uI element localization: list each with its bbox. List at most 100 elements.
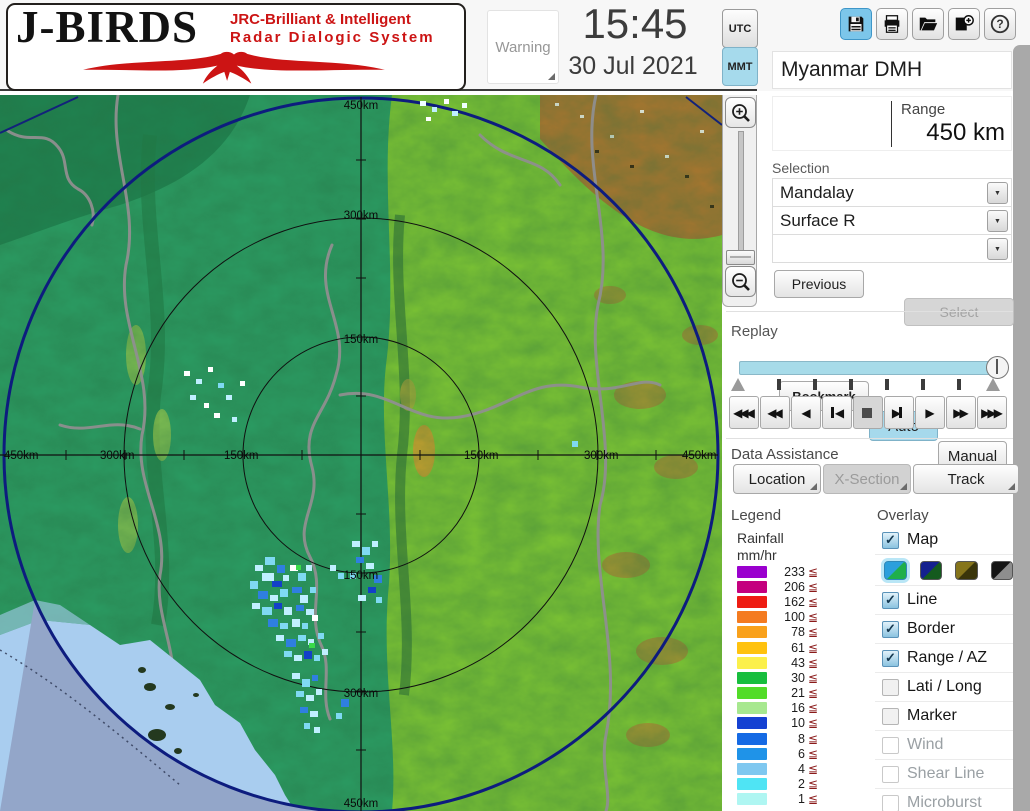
selection-dropdown-1[interactable]: Surface R ▼ (772, 207, 1012, 235)
map-style-swatch[interactable] (955, 560, 978, 580)
legend-suffix: ≦ (808, 731, 819, 746)
checkbox-microburst (882, 794, 899, 811)
step-back-button[interactable]: ◀ (822, 396, 852, 429)
legend-panel: Rainfall mm/hr 233 ≦ 206 ≦ 162 ≦ 100 ≦ 78 ≦ 61 ≦ 43 ≦… (728, 526, 860, 811)
legend-row: 4 ≦ (737, 761, 860, 776)
range-box: Range 450 km (772, 96, 1012, 151)
selection-dropdown-2[interactable]: ▼ (772, 235, 1012, 263)
legend-color-swatch (737, 763, 767, 776)
map-style-swatch[interactable] (990, 560, 1013, 580)
svg-text:150km: 150km (344, 334, 379, 346)
chevron-down-icon[interactable]: ▼ (987, 238, 1008, 260)
clock-time: 15:45 (582, 0, 688, 47)
legend-value: 162 (784, 594, 805, 609)
svg-text:450km: 450km (682, 450, 717, 462)
legend-value: 30 (791, 670, 805, 685)
da-x-section-button[interactable]: X-Section (823, 464, 911, 494)
previous-button[interactable]: Previous (774, 270, 864, 298)
help-icon: ? (989, 13, 1011, 35)
legend-value: 4 (798, 762, 805, 777)
overlay-row-range-az: ✓ Range / AZ (875, 644, 1013, 673)
divider (726, 438, 1013, 439)
overlay-row-map: ✓ Map (875, 526, 1013, 555)
open-folder-button[interactable] (912, 8, 944, 40)
svg-text:150km: 150km (344, 570, 379, 582)
map-style-swatch[interactable] (884, 560, 907, 580)
step-fwd-button[interactable]: ▶ (884, 396, 914, 429)
timeline-tick (885, 379, 889, 390)
divider (726, 311, 1013, 312)
legend-color-swatch (737, 595, 767, 608)
fwd2-button[interactable]: ▶▶ (946, 396, 976, 429)
selection-label: Selection (772, 160, 830, 176)
timeline-end-marker (986, 378, 1000, 391)
radar-map[interactable]: 450km 300km 150km 150km 300km 450km 450k… (0, 95, 722, 811)
map-style-swatch[interactable] (919, 560, 942, 580)
timeline-start-marker (731, 378, 745, 391)
logo-subtitle-1: JRC-Brilliant & Intelligent (230, 11, 411, 28)
fwd3-button[interactable]: ▶▶▶ (977, 396, 1007, 429)
legend-suffix: ≦ (808, 701, 819, 716)
checkbox-line[interactable]: ✓ (882, 591, 899, 609)
station-name: Myanmar DMH (772, 51, 1012, 89)
legend-value: 10 (791, 716, 805, 731)
legend-color-swatch (737, 778, 767, 791)
rew2-button[interactable]: ◀◀ (760, 396, 790, 429)
overlay-row-shear-line: Shear Line (875, 760, 1013, 789)
stop-button[interactable] (853, 396, 883, 429)
range-label: Range (901, 101, 946, 118)
dropdown-value: Surface R (780, 210, 856, 230)
overlay-row-lati-long: Lati / Long (875, 673, 1013, 702)
legend-color-swatch (737, 793, 767, 806)
legend-value: 100 (784, 610, 805, 625)
legend-value: 6 (798, 746, 805, 761)
rew1-button[interactable]: ◀ (791, 396, 821, 429)
timeline-slider-track[interactable] (739, 361, 1003, 375)
legend-row: 10 ≦ (737, 716, 860, 731)
legend-value: 43 (791, 655, 805, 670)
svg-text:300km: 300km (100, 450, 135, 462)
chevron-down-icon[interactable]: ▼ (987, 182, 1008, 204)
selection-dropdown-0[interactable]: Mandalay ▼ (772, 178, 1012, 207)
zoom-out-button[interactable] (725, 266, 756, 297)
selection-dropdowns: Mandalay ▼ Surface R ▼ ▼ (772, 178, 1012, 263)
rew3-button[interactable]: ◀◀◀ (729, 396, 759, 429)
map-style-swatches (875, 555, 1013, 586)
overlay-item-label: Microburst (907, 794, 982, 811)
chevron-down-icon[interactable]: ▼ (987, 210, 1008, 232)
svg-text:150km: 150km (464, 450, 499, 462)
checkbox-lati-long[interactable] (882, 678, 899, 696)
zoom-slider-handle[interactable] (726, 250, 755, 265)
utc-button[interactable]: UTC (722, 9, 758, 48)
print-button[interactable] (876, 8, 908, 40)
overlay-item-label: Marker (907, 707, 957, 724)
zoom-slider-track[interactable] (738, 131, 744, 257)
help-button[interactable]: ? (984, 8, 1016, 40)
svg-text:450km: 450km (344, 798, 379, 810)
legend-suffix: ≦ (808, 625, 819, 640)
add-image-button[interactable] (948, 8, 980, 40)
legend-color-swatch (737, 717, 767, 730)
checkbox-marker[interactable] (882, 707, 899, 725)
play-button[interactable]: ▶ (915, 396, 945, 429)
timeline-tick (777, 379, 781, 390)
checkbox-border[interactable]: ✓ (882, 620, 899, 638)
legend-value: 233 (784, 564, 805, 579)
jbirds-logo: J-BIRDS JRC-Brilliant & Intelligent Rada… (6, 3, 466, 91)
warning-label: Warning (495, 38, 551, 56)
zoom-in-button[interactable] (725, 97, 756, 128)
timeline-slider-handle[interactable] (986, 356, 1009, 379)
checkbox-range-az[interactable]: ✓ (882, 649, 899, 667)
legend-suffix: ≦ (808, 594, 819, 609)
magnifier-plus-icon (731, 103, 750, 122)
select-button[interactable]: Select (904, 298, 1014, 326)
mmt-button[interactable]: MMT (722, 47, 758, 86)
checkbox-map[interactable]: ✓ (882, 531, 899, 549)
da-track-button[interactable]: Track (913, 464, 1019, 494)
save-button[interactable] (840, 8, 872, 40)
legend-row: 206 ≦ (737, 579, 860, 594)
overlay-item-label: Shear Line (907, 765, 985, 782)
legend-color-swatch (737, 641, 767, 654)
da-location-button[interactable]: Location (733, 464, 821, 494)
legend-row: 21 ≦ (737, 686, 860, 701)
